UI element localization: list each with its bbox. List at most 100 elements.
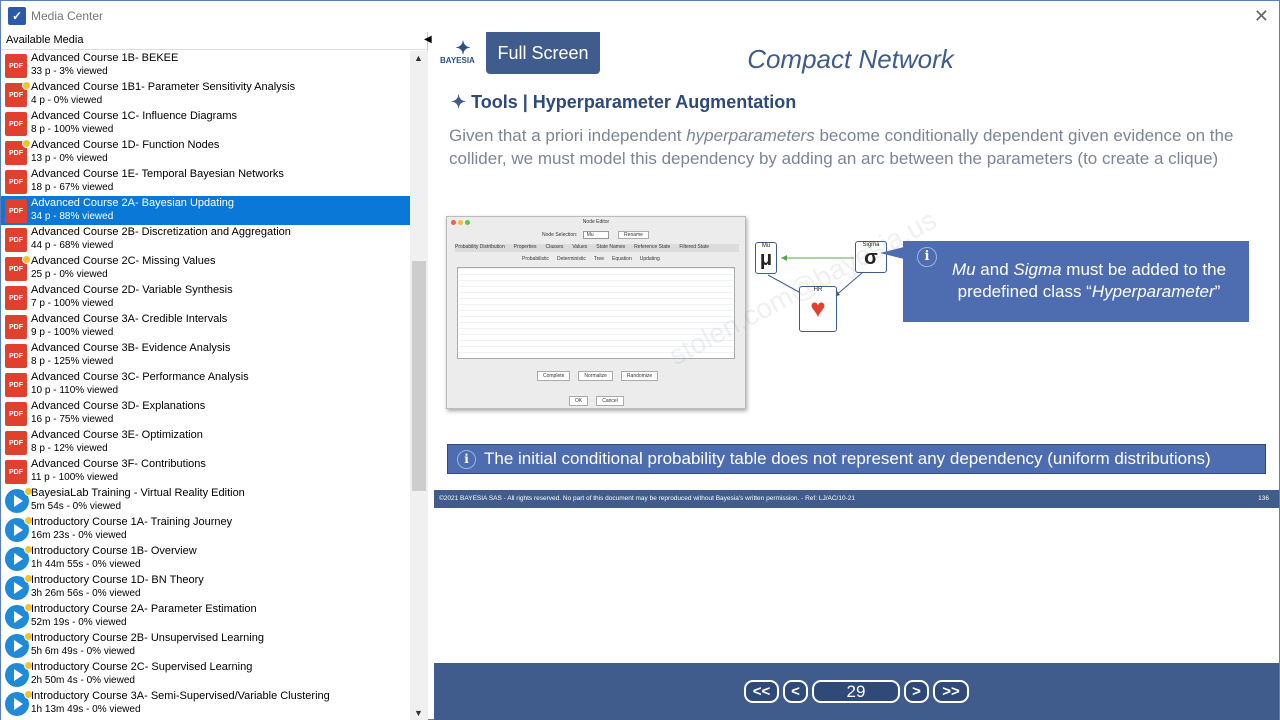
media-item-meta: 5h 6m 49s - 0% viewed	[31, 646, 135, 657]
media-item-name: Introductory Course 2C- Supervised Learn…	[31, 661, 253, 673]
media-item-name: Advanced Course 1C- Influence Diagrams	[31, 110, 238, 122]
slide-footer: ©2021 BAYESIA SAS - All rights reserved.…	[434, 490, 1279, 508]
pdf-icon: PDF	[5, 373, 27, 397]
media-list-item[interactable]: PDF Advanced Course 3A- Credible Interval…	[1, 312, 410, 341]
node-editor-tab: Properties	[513, 244, 537, 250]
next-page-button[interactable]: >	[904, 680, 929, 703]
media-list-header: Available Media	[1, 32, 428, 50]
media-item-meta: 8 p - 100% viewed	[31, 124, 114, 135]
pdf-icon: PDF	[5, 228, 27, 252]
full-screen-button[interactable]: Full Screen	[486, 32, 600, 74]
media-list-item[interactable]: PDF Advanced Course 1C- Influence Diagram…	[1, 109, 410, 138]
media-item-name: Introductory Course 2B- Unsupervised Lea…	[31, 632, 264, 644]
media-item-name: Advanced Course 1B1- Parameter Sensitivi…	[31, 81, 296, 93]
video-play-icon	[5, 487, 33, 513]
media-item-name: Introductory Course 2A- Parameter Estima…	[31, 603, 257, 615]
media-item-meta: 1h 13m 49s - 0% viewed	[31, 704, 141, 715]
node-editor-screenshot: Node Editor Node Selection: Mu Rename Pr…	[446, 216, 746, 409]
media-list-item[interactable]: Introductory Course 3A- Semi-Supervised/…	[1, 689, 410, 718]
pdf-icon: PDF	[5, 431, 27, 455]
media-list-item[interactable]: PDF Advanced Course 2A- Bayesian Updating…	[1, 196, 410, 225]
collapse-panel-icon[interactable]: ◀	[424, 34, 432, 45]
media-item-name: Advanced Course 1D- Function Nodes	[31, 139, 220, 151]
media-item-meta: 33 p - 3% viewed	[31, 66, 108, 77]
media-list-item[interactable]: PDF Advanced Course 3B- Evidence Analysis…	[1, 341, 410, 370]
media-list-item[interactable]: PDF Advanced Course 1B- BEKEE 33 p - 3% vi…	[1, 51, 410, 80]
node-editor-tab: Probabilistic	[522, 256, 549, 262]
first-page-button[interactable]: <<	[744, 680, 779, 703]
node-editor-tab: Tree	[593, 256, 604, 262]
node-editor-tab: Updating	[639, 256, 660, 262]
media-center-window: ✓ Media Center ✕ Available Media ◀ PDF Ad…	[0, 0, 1280, 720]
media-list-item[interactable]: PDF Advanced Course 1D- Function Nodes 13 …	[1, 138, 410, 167]
media-item-name: Introductory Course 1A- Training Journey	[31, 516, 233, 528]
node-editor-tab: Equation	[611, 256, 632, 262]
last-page-button[interactable]: >>	[933, 680, 969, 703]
slide-page-number: 136	[1258, 495, 1269, 502]
media-item-meta: 1h 44m 55s - 0% viewed	[31, 559, 141, 570]
media-item-meta: 10 p - 110% viewed	[31, 385, 119, 396]
video-play-icon	[5, 690, 33, 716]
video-play-icon	[5, 545, 33, 571]
media-item-name: Advanced Course 3C- Performance Analysis	[31, 371, 249, 383]
media-list-item[interactable]: PDF Advanced Course 3F- Contributions 11 p…	[1, 457, 410, 486]
media-list-item[interactable]: PDF Advanced Course 1E- Temporal Bayesian…	[1, 167, 410, 196]
title-bar: ✓ Media Center ✕	[1, 1, 1279, 32]
media-list-scrollbar[interactable]: ▲ ▼	[410, 51, 428, 720]
scroll-down-icon[interactable]: ▼	[414, 708, 423, 718]
media-list-item[interactable]: BayesiaLab Training - Virtual Reality Ed…	[1, 486, 410, 515]
pdf-icon: PDF	[5, 286, 27, 310]
pdf-icon: PDF	[5, 81, 31, 107]
node-editor-tab: Classes	[545, 244, 564, 250]
media-item-meta: 11 p - 100% viewed	[31, 472, 119, 483]
window-title: Media Center	[31, 9, 104, 23]
new-badge-icon	[22, 139, 31, 148]
node-editor-ok-cancel: OK Cancel	[569, 396, 632, 406]
mu-node: Mu μ	[755, 242, 777, 274]
video-play-icon	[5, 632, 33, 658]
media-item-name: Advanced Course 3F- Contributions	[31, 458, 206, 470]
copyright-text: ©2021 BAYESIA SAS - All rights reserved.…	[439, 495, 855, 502]
media-item-name: Introductory Course 1D- BN Theory	[31, 574, 204, 586]
slide-paragraph: Given that a priori independent hyperpar…	[449, 126, 1234, 168]
media-list-panel: Available Media ◀ PDF Advanced Course 1B-…	[1, 32, 432, 720]
media-item-name: Introductory Course 1B- Overview	[31, 545, 197, 557]
media-item-meta: 3h 26m 56s - 0% viewed	[31, 588, 141, 599]
video-play-icon	[5, 603, 33, 629]
media-list-item[interactable]: Introductory Course 2B- Unsupervised Lea…	[1, 631, 410, 660]
media-list-item[interactable]: Introductory Course 2C- Supervised Learn…	[1, 660, 410, 689]
pdf-icon: PDF	[5, 139, 31, 165]
media-list-item[interactable]: PDF Advanced Course 3E- Optimization 8 p -…	[1, 428, 410, 457]
media-item-name: Advanced Course 3B- Evidence Analysis	[31, 342, 231, 354]
media-item-meta: 8 p - 12% viewed	[31, 443, 108, 454]
scroll-up-icon[interactable]: ▲	[414, 53, 423, 63]
scroll-thumb[interactable]	[412, 261, 426, 491]
slide-viewer: ✦ BAYESIA Compact Network Full Screen ✦ T…	[434, 32, 1279, 508]
media-list-item[interactable]: PDF Advanced Course 2B- Discretization an…	[1, 225, 410, 254]
media-item-meta: 8 p - 125% viewed	[31, 356, 114, 367]
media-item-name: Advanced Course 3A- Credible Intervals	[31, 313, 228, 325]
media-list-item[interactable]: Introductory Course 1B- Overview 1h 44m 5…	[1, 544, 410, 573]
star-icon: ✦	[451, 92, 472, 112]
media-list-item[interactable]: PDF Advanced Course 2C- Missing Values 25 …	[1, 254, 410, 283]
media-list-item[interactable]: PDF Advanced Course 3C- Performance Analy…	[1, 370, 410, 399]
new-badge-icon	[22, 255, 31, 264]
media-item-name: Advanced Course 1B- BEKEE	[31, 52, 179, 64]
media-list-item[interactable]: PDF Advanced Course 2D- Variable Synthesi…	[1, 283, 410, 312]
media-list-item[interactable]: Introductory Course 1D- BN Theory 3h 26m …	[1, 573, 410, 602]
pdf-icon: PDF	[5, 112, 27, 136]
media-item-name: BayesiaLab Training - Virtual Reality Ed…	[31, 487, 245, 499]
media-list-item[interactable]: PDF Advanced Course 3D- Explanations 16 p …	[1, 399, 410, 428]
node-editor-tab: Filtered State	[679, 244, 710, 250]
media-list-item[interactable]: Introductory Course 2A- Parameter Estima…	[1, 602, 410, 631]
node-editor-button: Normalize	[578, 371, 613, 381]
close-icon[interactable]: ✕	[1254, 7, 1269, 25]
media-list-item[interactable]: Introductory Course 1A- Training Journey…	[1, 515, 410, 544]
node-editor-tab: Probability Distribution	[455, 244, 505, 250]
app-icon: ✓	[8, 7, 26, 25]
media-list-item[interactable]: PDF Advanced Course 1B1- Parameter Sensit…	[1, 80, 410, 109]
media-item-meta: 7 p - 100% viewed	[31, 298, 114, 309]
callout-text: Mu and Sigma must be added to the predef…	[951, 260, 1227, 301]
page-number-field[interactable]: 29	[812, 680, 900, 703]
previous-page-button[interactable]: <	[783, 680, 808, 703]
